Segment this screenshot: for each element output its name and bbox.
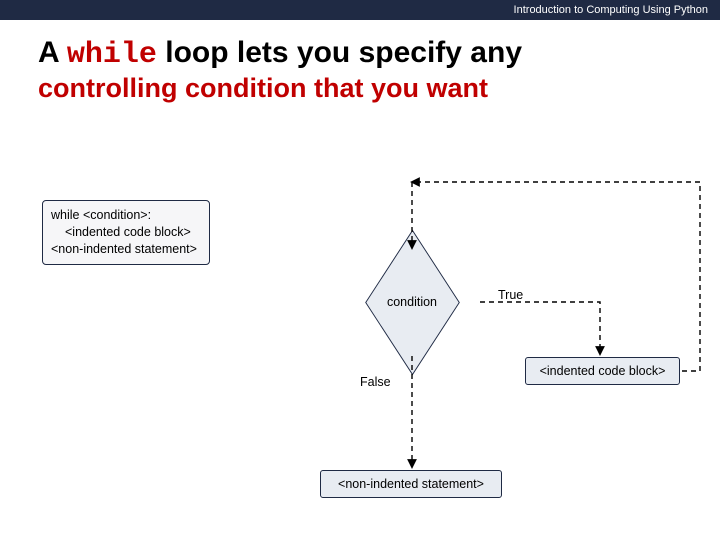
code-line-3: <non-indented statement> <box>51 241 197 258</box>
title-line-2: controlling condition that you want <box>38 73 690 104</box>
header-bar: Introduction to Computing Using Python <box>0 0 720 20</box>
code-line-1: while <condition>: <box>51 207 197 224</box>
header-text: Introduction to Computing Using Python <box>514 4 708 16</box>
title-keyword: while <box>67 38 157 72</box>
false-edge-label: False <box>360 375 391 389</box>
condition-label: condition <box>352 260 472 344</box>
true-edge-label: True <box>498 288 523 302</box>
code-snippet-box: while <condition>: <indented code block>… <box>42 200 210 265</box>
code-line-2: <indented code block> <box>51 224 197 241</box>
indented-code-block-box: <indented code block> <box>525 357 680 385</box>
slide-title: A while loop lets you specify any contro… <box>0 20 720 114</box>
non-indented-statement-box: <non-indented statement> <box>320 470 502 498</box>
title-line-1: A while loop lets you specify any <box>38 36 690 73</box>
title-prefix: A <box>38 36 67 69</box>
title-suffix: loop lets you specify any <box>157 36 522 69</box>
condition-diamond: condition <box>352 260 472 344</box>
